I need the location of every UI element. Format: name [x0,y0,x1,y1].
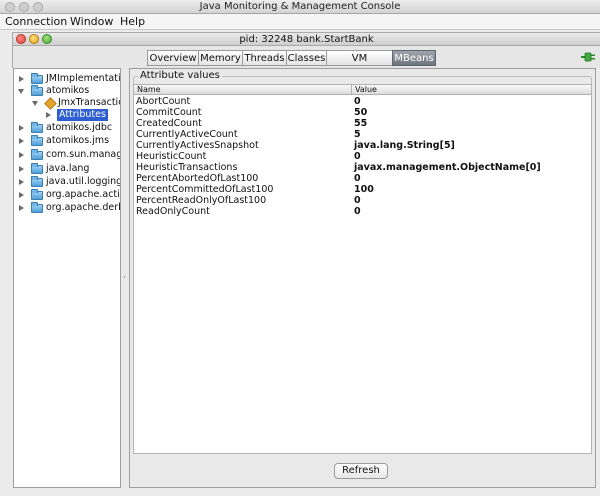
expand-arrow-icon[interactable] [19,192,24,198]
internal-frame-title-bar: pid: 32248 bank.StartBank [12,32,600,46]
folder-icon [31,85,43,96]
tree-node-com-sun-management[interactable]: com.sun.manageme [17,149,120,161]
tab-vm-summary[interactable]: VM Summary [326,50,392,79]
column-header-value[interactable]: Value [352,85,591,95]
folder-icon [31,189,43,200]
expand-arrow-icon[interactable] [19,76,24,82]
attribute-name[interactable]: PercentReadOnlyOfLast100 [136,195,266,206]
divider-grip-icon[interactable]: ‹ [123,274,126,281]
close-window-icon[interactable] [5,2,15,12]
tree-node-attributes[interactable]: Attributes [17,109,120,121]
attribute-name[interactable]: PercentCommittedOfLast100 [136,184,273,195]
menu-help[interactable]: Help [120,14,145,30]
frame-title: pid: 32248 bank.StartBank [239,34,374,45]
attribute-name[interactable]: CurrentlyActivesSnapshot [136,140,259,151]
attribute-value[interactable]: 55 [354,118,367,129]
tree-node-label: org.apache.derby [46,202,120,213]
tree-node-label: java.lang [46,163,90,174]
tab-mbeans[interactable]: MBeans [392,50,436,66]
window-title: Java Monitoring & Management Console [199,1,401,12]
attribute-name[interactable]: HeuristicTransactions [136,162,237,173]
attribute-value[interactable]: 100 [354,184,374,195]
attribute-name[interactable]: CurrentlyActiveCount [136,129,238,140]
tree-node-label: atomikos.jdbc [46,122,113,133]
attribute-value[interactable]: java.lang.String[5] [354,140,455,151]
minimize-window-icon[interactable] [19,2,29,12]
attribute-name[interactable]: PercentAbortedOfLast100 [136,173,258,184]
close-frame-icon[interactable] [16,34,26,44]
menu-window[interactable]: Window [70,14,113,30]
tree-node-org-apache-activemq[interactable]: org.apache.activemo [17,189,120,201]
attribute-value[interactable]: 0 [354,96,361,107]
tree-node-label: Attributes [57,109,108,121]
menu-connection[interactable]: Connection [5,14,67,30]
maximize-frame-icon[interactable] [42,34,52,44]
menu-bar: Connection Window Help [0,14,600,30]
attribute-value[interactable]: 5 [354,129,361,140]
folder-icon [31,176,43,187]
tree-node-java-lang[interactable]: java.lang [17,163,120,175]
expand-arrow-icon[interactable] [19,179,24,185]
attribute-value[interactable]: 0 [354,151,361,162]
attribute-name[interactable]: ReadOnlyCount [136,206,210,217]
tab-bar: Overview Memory Threads Classes VM Summa… [12,46,600,79]
folder-icon [31,135,43,146]
tree-node-jmxtransactionmanager[interactable]: JmxTransactionM [17,97,120,110]
tree-node-atomikos[interactable]: atomikos [17,85,120,97]
tree-node-label: atomikos.jms [46,135,110,146]
tree-node-label: atomikos [46,85,90,96]
tree-node-label: com.sun.manageme [46,149,120,160]
tree-node-java-util-logging[interactable]: java.util.logging [17,176,121,188]
tree-node-label: JmxTransactionM [58,97,120,108]
attribute-name[interactable]: CreatedCount [136,118,202,129]
folder-icon [31,149,43,160]
column-header-name[interactable]: Name [134,85,352,95]
expand-arrow-icon[interactable] [19,138,24,144]
tree-node-label: JMImplementation [46,73,121,84]
folder-icon [31,122,43,133]
expand-arrow-icon[interactable] [19,166,24,172]
minimize-frame-icon[interactable] [29,34,39,44]
tree-node-jmimplementation[interactable]: JMImplementation [17,73,121,85]
tree-node-label: java.util.logging [46,176,121,187]
attribute-values-title: Attribute values [138,70,222,82]
tree-node-atomikos-jdbc[interactable]: atomikos.jdbc [17,122,120,134]
attribute-name[interactable]: CommitCount [136,107,202,118]
tree-node-org-apache-derby[interactable]: org.apache.derby [17,202,120,214]
tree-node-label: org.apache.activemo [46,189,120,200]
tab-classes[interactable]: Classes [286,50,326,66]
attribute-value[interactable]: 0 [354,195,361,206]
expand-arrow-icon[interactable] [19,205,24,211]
mbean-icon [44,97,57,110]
tree-node-atomikos-jms[interactable]: atomikos.jms [17,135,120,147]
attribute-value[interactable]: 0 [354,173,361,184]
attribute-table: Name Value AbortCount 0 CommitCount 50 C… [133,84,592,454]
mbean-tree: JMImplementation atomikos JmxTransaction… [13,68,121,488]
expand-arrow-icon[interactable] [19,125,24,131]
connect-plug-icon[interactable] [581,51,595,63]
attribute-value[interactable]: 0 [354,206,361,217]
attribute-name[interactable]: AbortCount [136,96,190,107]
attribute-value[interactable]: javax.management.ObjectName[0] [354,162,541,173]
collapse-arrow-icon[interactable] [32,101,38,106]
zoom-window-icon[interactable] [33,2,43,12]
folder-icon [31,163,43,174]
folder-icon [31,202,43,213]
collapse-arrow-icon[interactable] [18,89,24,94]
refresh-button[interactable]: Refresh [334,463,388,479]
expand-arrow-icon[interactable] [46,112,51,118]
tab-memory[interactable]: Memory [198,50,242,66]
window-title-bar: Java Monitoring & Management Console [0,0,600,14]
tab-overview[interactable]: Overview [147,50,198,66]
tab-threads[interactable]: Threads [242,50,286,66]
folder-icon [31,73,43,84]
attribute-name[interactable]: HeuristicCount [136,151,206,162]
expand-arrow-icon[interactable] [19,152,24,158]
attribute-value[interactable]: 50 [354,107,367,118]
